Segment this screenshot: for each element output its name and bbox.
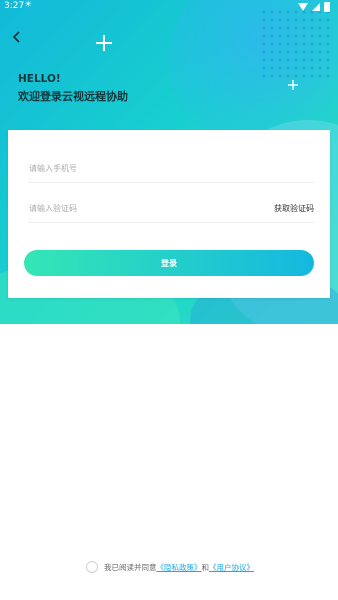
login-button[interactable]: 登录 — [24, 250, 314, 276]
status-icons — [298, 2, 330, 12]
agreement-row: 我已阅读并同意 《隐私政策》 和 《用户协议》 — [86, 561, 254, 573]
code-field: 获取验证码 — [28, 194, 314, 223]
phone-input[interactable] — [28, 154, 230, 182]
wifi-icon — [298, 3, 308, 11]
agreement-and: 和 — [201, 562, 210, 572]
user-agreement-link[interactable]: 《用户协议》 — [209, 562, 254, 573]
back-arrow-icon[interactable] — [10, 30, 24, 44]
code-input[interactable] — [28, 194, 230, 222]
get-code-button[interactable]: 获取验证码 — [274, 203, 314, 214]
welcome-title: 欢迎登录云视远程协助 — [18, 90, 128, 103]
plus-decoration-icon — [96, 35, 112, 51]
status-time: 3:27 — [4, 1, 25, 11]
privacy-policy-link[interactable]: 《隐私政策》 — [157, 562, 202, 573]
signal-icon — [312, 3, 320, 11]
phone-field — [28, 154, 314, 183]
status-bar: 3:27 ☀ — [0, 0, 338, 14]
agree-checkbox[interactable] — [86, 561, 98, 573]
agreement-prefix: 我已阅读并同意 — [104, 562, 157, 572]
hello-title: HELLO! — [18, 73, 61, 85]
dot-pattern — [260, 8, 330, 78]
login-card: 获取验证码 登录 — [8, 130, 330, 298]
sun-icon: ☀ — [24, 0, 33, 10]
battery-icon — [324, 2, 330, 12]
plus-decoration-icon — [288, 80, 298, 90]
